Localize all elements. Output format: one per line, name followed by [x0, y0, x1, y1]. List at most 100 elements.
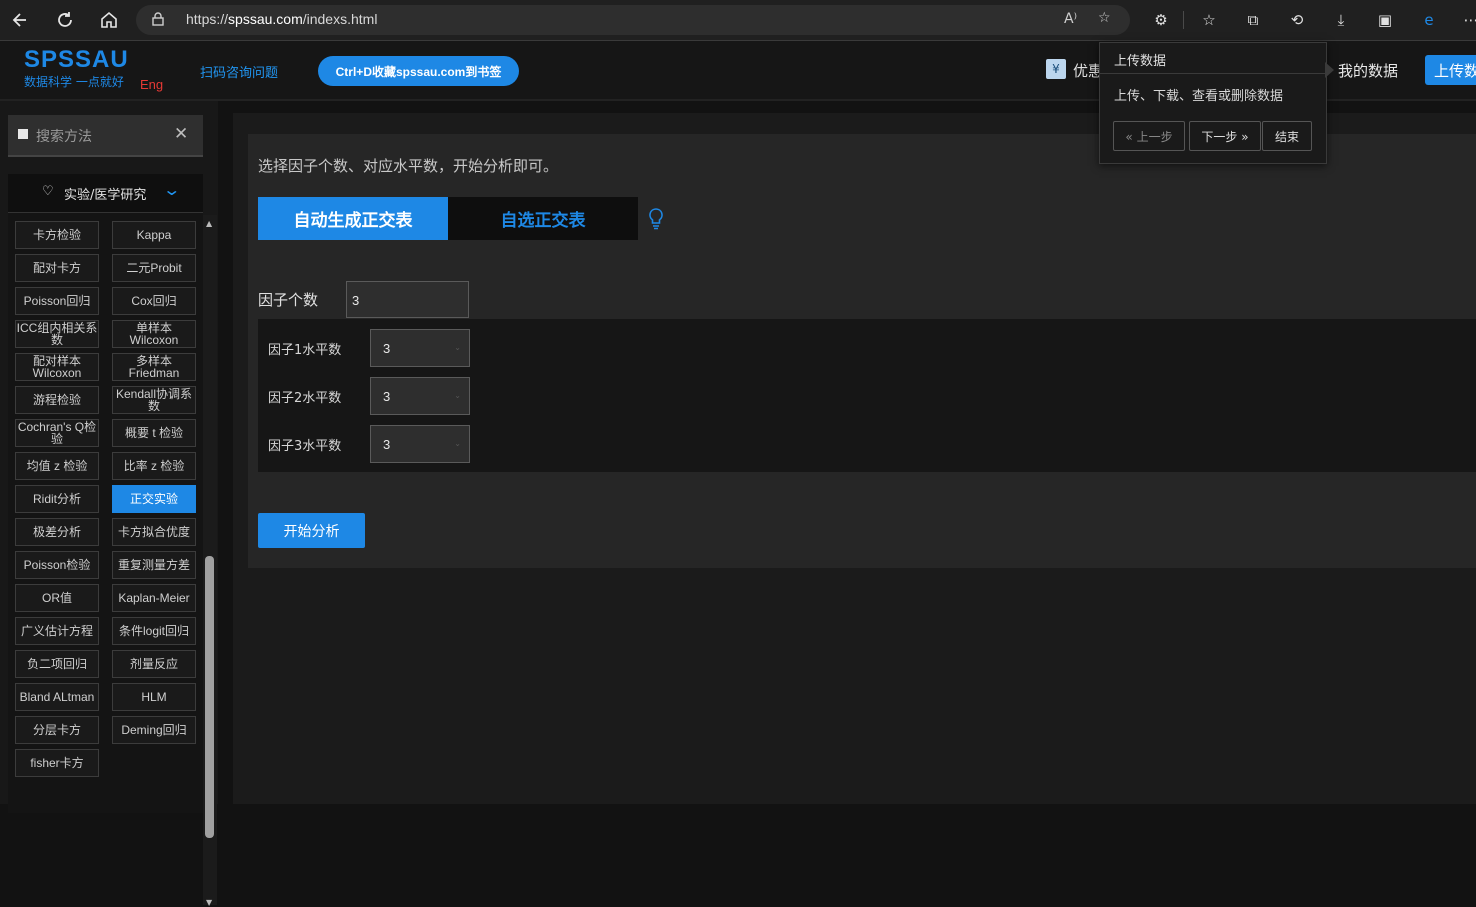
url-host: spssau.com — [228, 11, 303, 27]
method-button[interactable]: Deming回归 — [112, 716, 196, 744]
url-scheme: https:// — [186, 11, 229, 27]
lock-icon — [152, 12, 164, 30]
category-label: 实验/医学研究 — [64, 188, 147, 203]
method-button[interactable]: 概要 t 检验 — [112, 419, 196, 447]
tour-pointer — [1325, 62, 1334, 78]
method-button[interactable]: 卡方拟合优度 — [112, 518, 196, 546]
method-button[interactable]: 单样本Wilcoxon — [112, 320, 196, 348]
method-button[interactable]: 极差分析 — [15, 518, 99, 546]
tab-manual-select[interactable]: 自选正交表 — [448, 197, 638, 240]
address-bar[interactable]: https://spssau.com/indexs.html A⁾ ☆ — [136, 5, 1130, 35]
logo[interactable]: SPSSAU — [24, 46, 129, 74]
method-button[interactable]: Poisson检验 — [15, 551, 99, 579]
edge-icon[interactable]: e — [1418, 9, 1440, 31]
sidebar: 搜索方法 ✕ ♡ 实验/医学研究 ⌄ 卡方检验 Kappa 配对卡方 二元Probit… — [0, 101, 218, 907]
search-placeholder: 搜索方法 — [36, 129, 92, 145]
heart-icon: ♡ — [42, 184, 54, 199]
tour-popover: 上传数据 上传、下载、查看或删除数据 « 上一步 下一步 » 结束 — [1099, 42, 1327, 164]
method-button[interactable]: Kendall协调系数 — [112, 386, 196, 414]
tour-body: 上传、下载、查看或删除数据 — [1114, 89, 1284, 104]
caret-down-icon: ⌄ — [454, 439, 461, 448]
screenshot-icon[interactable]: ▣ — [1374, 9, 1396, 31]
url-path: /indexs.html — [302, 11, 378, 27]
read-aloud-icon[interactable]: A⁾ — [1064, 11, 1077, 27]
method-button[interactable]: 条件logit回归 — [112, 617, 196, 645]
method-button[interactable]: 负二项回归 — [15, 650, 99, 678]
history-icon[interactable]: ⟲ — [1286, 9, 1308, 31]
collections-icon[interactable]: ⧉ — [1242, 9, 1264, 31]
method-button[interactable]: 剂量反应 — [112, 650, 196, 678]
method-button[interactable]: fisher卡方 — [15, 749, 99, 777]
more-icon[interactable]: ⋯ — [1460, 9, 1476, 31]
tab-auto-generate[interactable]: 自动生成正交表 — [258, 197, 448, 240]
extensions-icon[interactable]: ⚙ — [1150, 9, 1172, 31]
browser-toolbar: https://spssau.com/indexs.html A⁾ ☆ ⚙ ☆ … — [0, 0, 1476, 41]
back-icon[interactable] — [6, 6, 34, 34]
method-button[interactable]: 比率 z 检验 — [112, 452, 196, 480]
upload-data-button[interactable]: 上传数 — [1425, 55, 1476, 85]
bookmark-button[interactable]: Ctrl+D收藏spssau.com到书签 — [318, 56, 519, 86]
method-button[interactable]: 重复测量方差 — [112, 551, 196, 579]
scroll-up-icon[interactable]: ▲ — [206, 219, 212, 228]
method-button[interactable]: ICC组内相关系数 — [15, 320, 99, 348]
method-button[interactable]: 卡方检验 — [15, 221, 99, 249]
factor1-level-select[interactable]: 3 ⌄ — [370, 329, 470, 367]
favorites-icon[interactable]: ☆ — [1198, 9, 1220, 31]
tour-next-button[interactable]: 下一步 » — [1189, 121, 1261, 151]
promo-icon[interactable]: ¥ — [1046, 59, 1066, 79]
factor2-level-select[interactable]: 3 ⌄ — [370, 377, 470, 415]
square-icon — [18, 129, 28, 139]
toolbar-divider — [1183, 11, 1184, 29]
method-button[interactable]: Bland ALtman — [15, 683, 99, 711]
favorite-star-icon[interactable]: ☆ — [1098, 10, 1111, 26]
factor1-level-label: 因子1水平数 — [268, 343, 342, 358]
factor2-level-label: 因子2水平数 — [268, 391, 342, 406]
factor-count-label: 因子个数 — [258, 291, 319, 309]
factor2-level-value: 3 — [383, 389, 391, 404]
method-button[interactable]: Kaplan-Meier — [112, 584, 196, 612]
chevron-down-icon: ⌄ — [162, 180, 182, 199]
method-button[interactable]: 广义估计方程 — [15, 617, 99, 645]
method-button[interactable]: Cox回归 — [112, 287, 196, 315]
method-button[interactable]: 均值 z 检验 — [15, 452, 99, 480]
method-button[interactable]: Kappa — [112, 221, 196, 249]
method-button[interactable]: 二元Probit — [112, 254, 196, 282]
factor3-level-value: 3 — [383, 437, 391, 452]
scrollbar-thumb[interactable] — [205, 556, 214, 838]
downloads-icon[interactable]: ⤓ — [1330, 9, 1352, 31]
factor-count-select[interactable]: 3 — [346, 281, 469, 318]
my-data-link[interactable]: 我的数据 — [1338, 60, 1398, 81]
instruction-text: 选择因子个数、对应水平数，开始分析即可。 — [258, 157, 559, 175]
factor1-level-value: 3 — [383, 341, 391, 356]
method-button[interactable]: 分层卡方 — [15, 716, 99, 744]
start-analysis-button[interactable]: 开始分析 — [258, 513, 365, 548]
tour-divider — [1100, 73, 1326, 74]
method-button[interactable]: 配对样本Wilcoxon — [15, 353, 99, 381]
method-button[interactable]: OR值 — [15, 584, 99, 612]
category-header[interactable]: ♡ 实验/医学研究 ⌄ — [8, 174, 203, 213]
tour-prev-button[interactable]: « 上一步 — [1113, 121, 1185, 151]
factor-count-value: 3 — [352, 293, 360, 308]
caret-down-icon: ⌄ — [454, 391, 461, 400]
method-button[interactable]: HLM — [112, 683, 196, 711]
method-button[interactable]: 游程检验 — [15, 386, 99, 414]
home-icon[interactable] — [95, 6, 123, 34]
method-search-input[interactable]: 搜索方法 ✕ — [8, 115, 203, 157]
factor3-level-select[interactable]: 3 ⌄ — [370, 425, 470, 463]
logo-slogan: 数据科学 一点就好 — [24, 75, 124, 89]
close-icon[interactable]: ✕ — [174, 124, 188, 144]
tour-end-button[interactable]: 结束 — [1262, 121, 1312, 151]
method-button[interactable]: 配对卡方 — [15, 254, 99, 282]
method-button[interactable]: Ridit分析 — [15, 485, 99, 513]
tour-title: 上传数据 — [1114, 54, 1167, 69]
scroll-down-icon[interactable]: ▼ — [206, 898, 212, 907]
lightbulb-icon[interactable] — [648, 208, 664, 230]
method-button[interactable]: 多样本Friedman — [112, 353, 196, 381]
method-button[interactable]: Poisson回归 — [15, 287, 99, 315]
method-button[interactable]: 正交实验 — [112, 485, 196, 513]
url-text: https://spssau.com/indexs.html — [186, 11, 377, 27]
method-button[interactable]: Cochran's Q检验 — [15, 419, 99, 447]
language-switch[interactable]: Eng — [140, 77, 163, 92]
scan-consult-link[interactable]: 扫码咨询问题 — [200, 62, 278, 81]
refresh-icon[interactable] — [51, 6, 79, 34]
